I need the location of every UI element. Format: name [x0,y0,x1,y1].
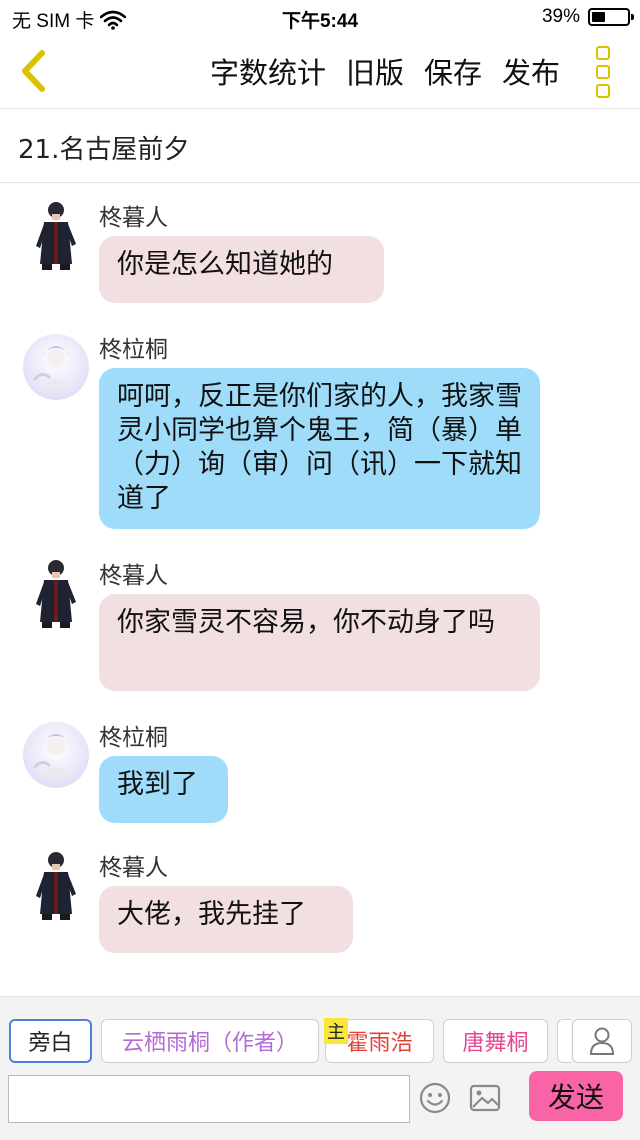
role-label: 旁白 [28,1031,73,1056]
dot [596,65,610,79]
dot [596,84,610,98]
vertical-dots-icon[interactable] [596,46,618,98]
role-label: 唐舞桐 [462,1031,529,1056]
avatar-dark-uniform-icon [36,202,76,270]
avatar-white-hair-icon [23,722,89,788]
old-version-button[interactable]: 旧版 [346,50,404,92]
smiley-icon[interactable] [418,1081,452,1115]
sender-name: 柊柆桐 [99,337,168,363]
status-bar: 无 SIM 卡 下午5:44 39% [0,0,640,36]
protagonist-tag: 主 [324,1018,348,1044]
avatar-dark-uniform-icon [36,852,76,920]
composer-bar: 旁白 云栖雨桐（作者） 主 霍雨浩 唐舞桐 发送 [0,996,640,1140]
chapter-title[interactable]: 21.名古屋前夕 [0,109,640,183]
status-right: 39% [541,6,634,28]
battery-percent: 39% [541,6,580,27]
role-chip-partial[interactable] [557,1019,571,1063]
nav-actions: 字数统计 旧版 保存 发布 [210,50,560,92]
chevron-left-icon[interactable] [14,48,54,94]
send-button[interactable]: 发送 [529,1071,623,1121]
role-label: 云栖雨桐（作者） [121,1031,298,1056]
avatar-dark-uniform-icon [36,560,76,628]
sender-name: 柊暮人 [99,205,168,231]
image-icon[interactable] [468,1081,502,1115]
role-chip-narrator[interactable]: 旁白 [9,1019,92,1063]
person-icon [589,1027,615,1055]
battery-fill [592,12,605,22]
sender-name: 柊暮人 [99,563,168,589]
battery-tip [631,14,634,20]
word-count-button[interactable]: 字数统计 [210,50,326,92]
role-chip[interactable]: 唐舞桐 [443,1019,548,1063]
role-chip-author[interactable]: 云栖雨桐（作者） [101,1019,319,1063]
avatar-white-hair-icon [23,334,89,400]
message-bubble[interactable]: 大佬，我先挂了 [99,886,353,953]
message-bubble[interactable]: 呵呵，反正是你们家的人，我家雪灵小同学也算个鬼王，简（暴）单（力）询（审）问（讯… [99,368,540,529]
sender-name: 柊柆桐 [99,725,168,751]
message-bubble[interactable]: 我到了 [99,756,228,823]
save-button[interactable]: 保存 [424,50,482,92]
battery-icon [588,8,634,26]
role-label: 霍雨浩 [346,1031,413,1056]
publish-button[interactable]: 发布 [502,50,560,92]
message-input[interactable] [8,1075,410,1123]
add-role-button[interactable] [572,1019,632,1063]
message-bubble[interactable]: 你家雪灵不容易，你不动身了吗 [99,594,540,691]
message-bubble[interactable]: 你是怎么知道她的 [99,236,384,303]
dot [596,46,610,60]
nav-bar: 字数统计 旧版 保存 发布 [0,36,640,109]
sender-name: 柊暮人 [99,855,168,881]
role-chip-protagonist[interactable]: 主 霍雨浩 [324,1018,434,1063]
